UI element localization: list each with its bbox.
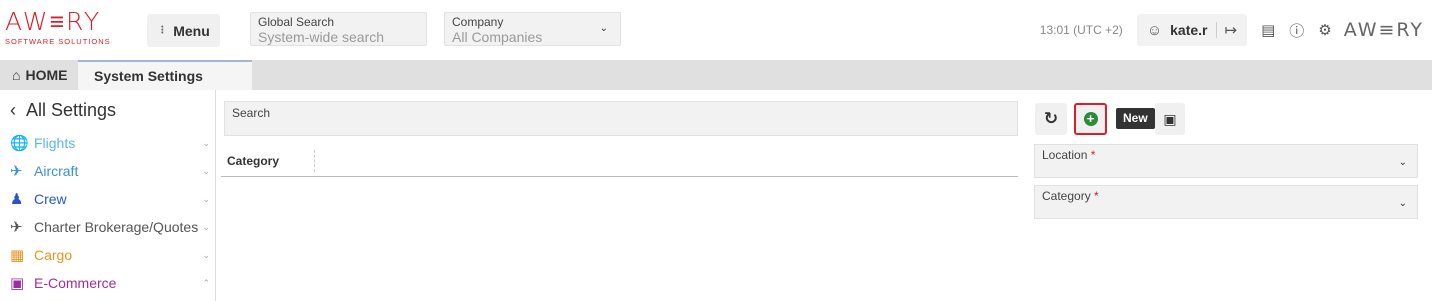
all-settings-back[interactable]: ‹ All Settings [10, 100, 116, 121]
info-icon[interactable]: ⓘ [1289, 20, 1304, 41]
search-label: Search [232, 106, 271, 120]
top-bar: AW≡RY SOFTWARE SOLUTIONS ⋮ Menu Global S… [0, 0, 1432, 60]
add-button[interactable]: + [1074, 103, 1107, 135]
sidebar-item-label: Aircraft [34, 163, 79, 179]
save-button[interactable]: ▣ [1155, 103, 1185, 135]
tab-system-settings-label: System Settings [94, 68, 203, 84]
sidebar-item-label: Cargo [34, 247, 73, 263]
awery-logo[interactable]: AW≡RY SOFTWARE SOLUTIONS [5, 9, 125, 51]
column-divider[interactable] [314, 150, 315, 172]
global-search-label: Global Search [258, 15, 335, 29]
username: kate.r [1170, 22, 1208, 38]
refresh-button[interactable]: ↻ [1035, 103, 1067, 135]
chevron-down-icon: ⌄ [1398, 157, 1407, 168]
plane-takeoff-icon: ✈ [10, 219, 23, 236]
chevron-down-icon: ⌄ [202, 249, 210, 260]
tab-bar: ⌂ HOME System Settings [0, 60, 1432, 90]
company-select[interactable]: Company All Companies ⌄ [444, 12, 621, 46]
sidebar-item-aircraft[interactable]: ✈ Aircraft ⌄ [10, 158, 210, 184]
sidebar-item-label: Charter Brokerage/Quotes [34, 219, 199, 235]
required-mark: * [1094, 189, 1099, 203]
refresh-icon: ↻ [1043, 109, 1059, 128]
money-icon: ▣ [10, 275, 25, 292]
chat-icon[interactable]: ▤ [1261, 21, 1275, 39]
chevron-down-icon: ⌄ [599, 23, 608, 34]
logo-subtitle: SOFTWARE SOLUTIONS [5, 37, 111, 46]
chevron-up-icon: ⌃ [202, 277, 210, 288]
chevron-down-icon: ⌄ [1398, 198, 1407, 209]
global-search-input[interactable]: Global Search System-wide search [250, 12, 427, 46]
divider [1215, 22, 1217, 38]
gear-icon[interactable]: ⚙ [1318, 21, 1331, 39]
location-label: Location * [1042, 148, 1095, 162]
required-mark: * [1090, 148, 1096, 162]
chevron-down-icon: ⌄ [202, 165, 210, 176]
location-select[interactable]: Location * ⌄ [1034, 144, 1418, 178]
sidebar-item-label: E-Commerce [34, 275, 117, 291]
warehouse-icon: ▦ [10, 247, 25, 264]
location-label-text: Location [1042, 148, 1088, 162]
crew-icon: ♟ [10, 191, 24, 208]
sidebar-item-crew[interactable]: ♟ Crew ⌄ [10, 186, 210, 212]
settings-search-input[interactable]: Search [224, 101, 1018, 136]
clock: 13:01 (UTC +2) [1039, 23, 1123, 37]
logout-icon[interactable]: ↦ [1225, 21, 1238, 39]
tab-home-label: HOME [25, 67, 68, 83]
menu-label: Menu [173, 22, 210, 39]
tab-system-settings[interactable]: System Settings [78, 60, 252, 90]
home-icon: ⌂ [12, 67, 21, 83]
all-settings-label: All Settings [26, 100, 117, 120]
save-icon: ▣ [1163, 110, 1177, 127]
chevron-down-icon: ⌄ [202, 137, 210, 148]
awery-logo-right: AW≡RY [1343, 19, 1424, 41]
globe-icon: 🌐 [10, 135, 29, 152]
global-search-placeholder: System-wide search [258, 29, 385, 45]
column-header-category[interactable]: Category [227, 154, 279, 168]
chevron-left-icon: ‹ [10, 100, 16, 120]
category-label: Category * [1042, 189, 1099, 203]
chevron-down-icon: ⌄ [202, 193, 210, 204]
menu-button[interactable]: ⋮ Menu [147, 14, 220, 47]
airplane-icon: ✈ [10, 163, 23, 180]
top-right-area: 13:01 (UTC +2) ☺ kate.r ↦ ▤ ⓘ ⚙ AW≡RY [1040, 14, 1424, 46]
sidebar-item-flights[interactable]: 🌐 Flights ⌄ [10, 130, 210, 156]
category-select[interactable]: Category * ⌄ [1034, 185, 1418, 219]
grid-header: Category [221, 146, 1018, 177]
sidebar: ‹ All Settings 🌐 Flights ⌄ ✈ Aircraft ⌄ … [0, 90, 216, 301]
menu-dots-icon: ⋮ [157, 25, 168, 36]
sidebar-item-label: Flights [34, 135, 76, 151]
logo-word: AW≡RY [5, 7, 102, 36]
sidebar-item-e-commerce[interactable]: ▣ E-Commerce ⌃ [10, 270, 210, 296]
company-value: All Companies [452, 29, 543, 45]
category-label-text: Category [1042, 189, 1091, 203]
tab-home[interactable]: ⌂ HOME [0, 60, 78, 90]
plus-circle-icon: + [1083, 112, 1098, 126]
sidebar-item-charter-brokerage[interactable]: ✈ Charter Brokerage/Quotes ⌄ [10, 214, 210, 240]
user-icon: ☺ [1146, 21, 1163, 39]
company-label: Company [452, 15, 504, 29]
chevron-down-icon: ⌄ [202, 221, 210, 232]
sidebar-item-label: Crew [34, 191, 67, 207]
sidebar-item-cargo[interactable]: ▦ Cargo ⌄ [10, 242, 210, 268]
tooltip-new: New [1116, 108, 1155, 129]
user-menu[interactable]: ☺ kate.r ↦ [1136, 14, 1248, 46]
